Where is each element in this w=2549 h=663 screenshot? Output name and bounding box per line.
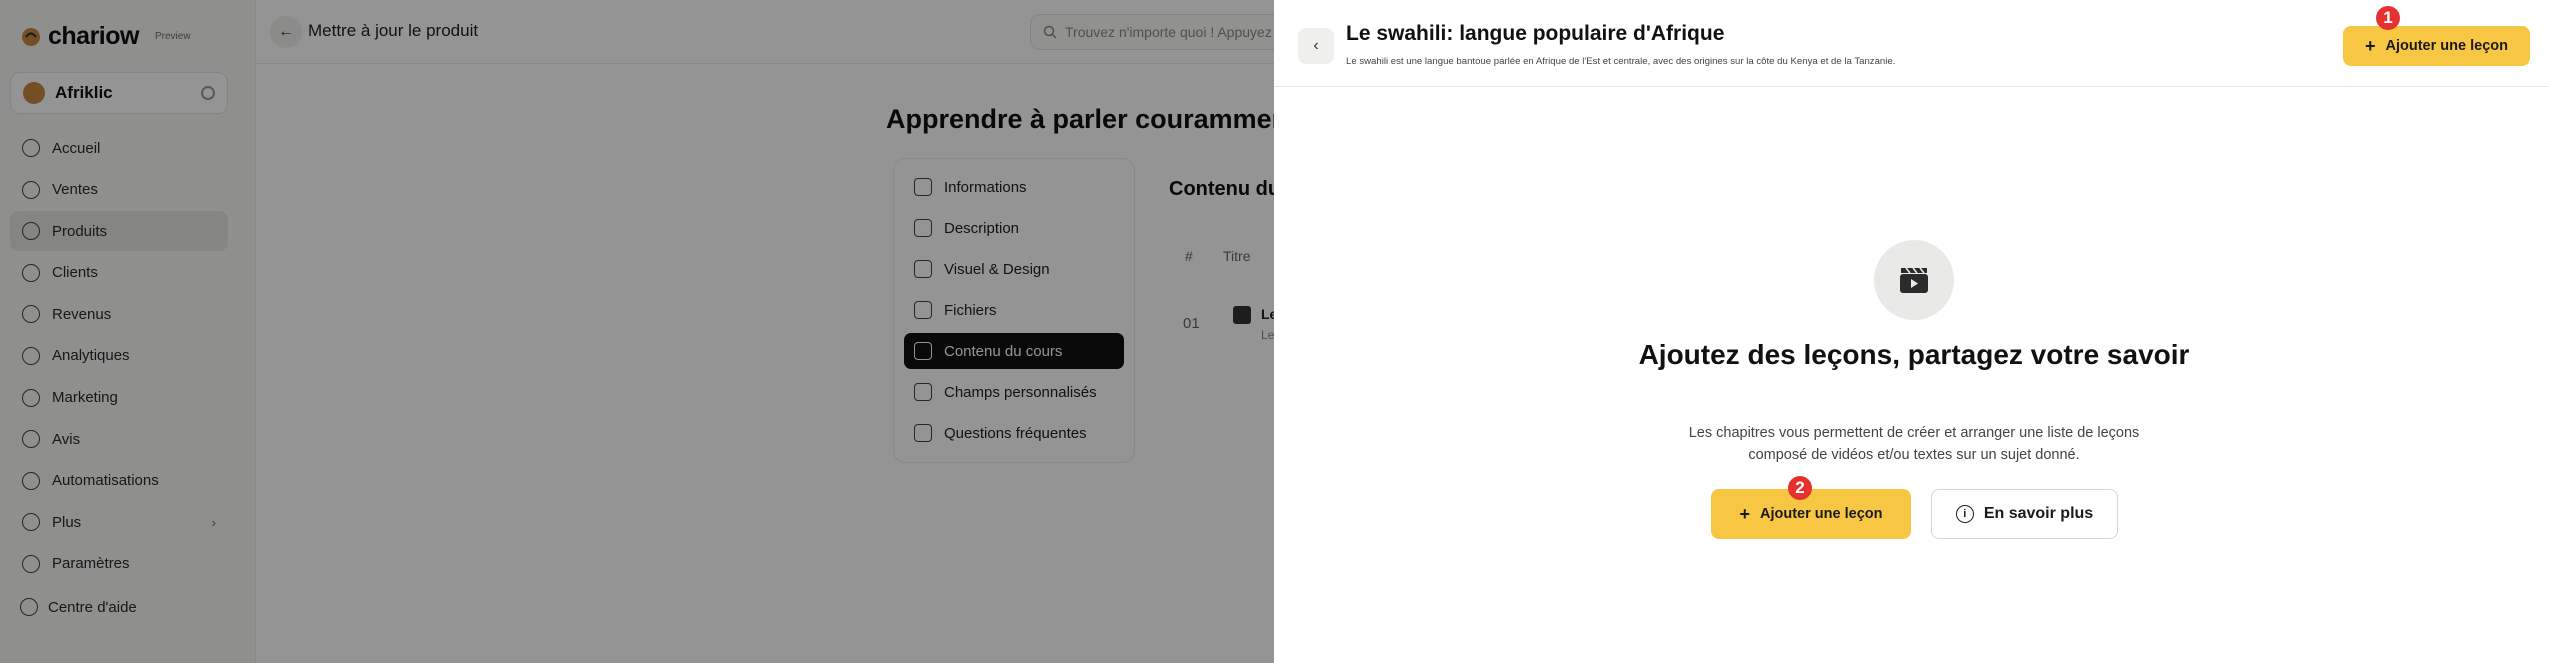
drawer-back-button[interactable]: ‹ [1298,28,1334,64]
plus-icon: + [2365,36,2376,56]
plus-icon: + [1739,504,1751,524]
chapter-drawer: ‹ Le swahili: langue populaire d'Afrique… [1274,0,2549,663]
step-badge-2: 2 [1788,476,1812,500]
step-badge-1: 1 [2376,6,2400,30]
video-clapper-icon [1900,267,1928,293]
drawer-header: ‹ Le swahili: langue populaire d'Afrique… [1274,0,2549,87]
add-lesson-button[interactable]: + Ajouter une leçon [1711,489,1911,539]
info-icon: i [1955,505,1974,523]
add-lesson-label: Ajouter une leçon [2385,38,2508,54]
add-lesson-button-header[interactable]: + Ajouter une leçon [2343,26,2530,66]
empty-state-description: Les chapitres vous permettent de créer e… [1688,425,2140,463]
chevron-left-icon: ‹ [1313,37,1319,54]
chapter-description: Le swahili est une langue bantoue parlée… [1346,56,1896,67]
chapter-title: Le swahili: langue populaire d'Afrique [1346,22,1725,45]
empty-state-title: Ajoutez des leçons, partagez votre savoi… [1638,339,2190,370]
learn-more-button[interactable]: i En savoir plus [1931,489,2118,539]
add-lesson-label: Ajouter une leçon [1760,506,1883,522]
learn-more-label: En savoir plus [1983,505,2094,522]
empty-state-icon [1874,240,1954,320]
